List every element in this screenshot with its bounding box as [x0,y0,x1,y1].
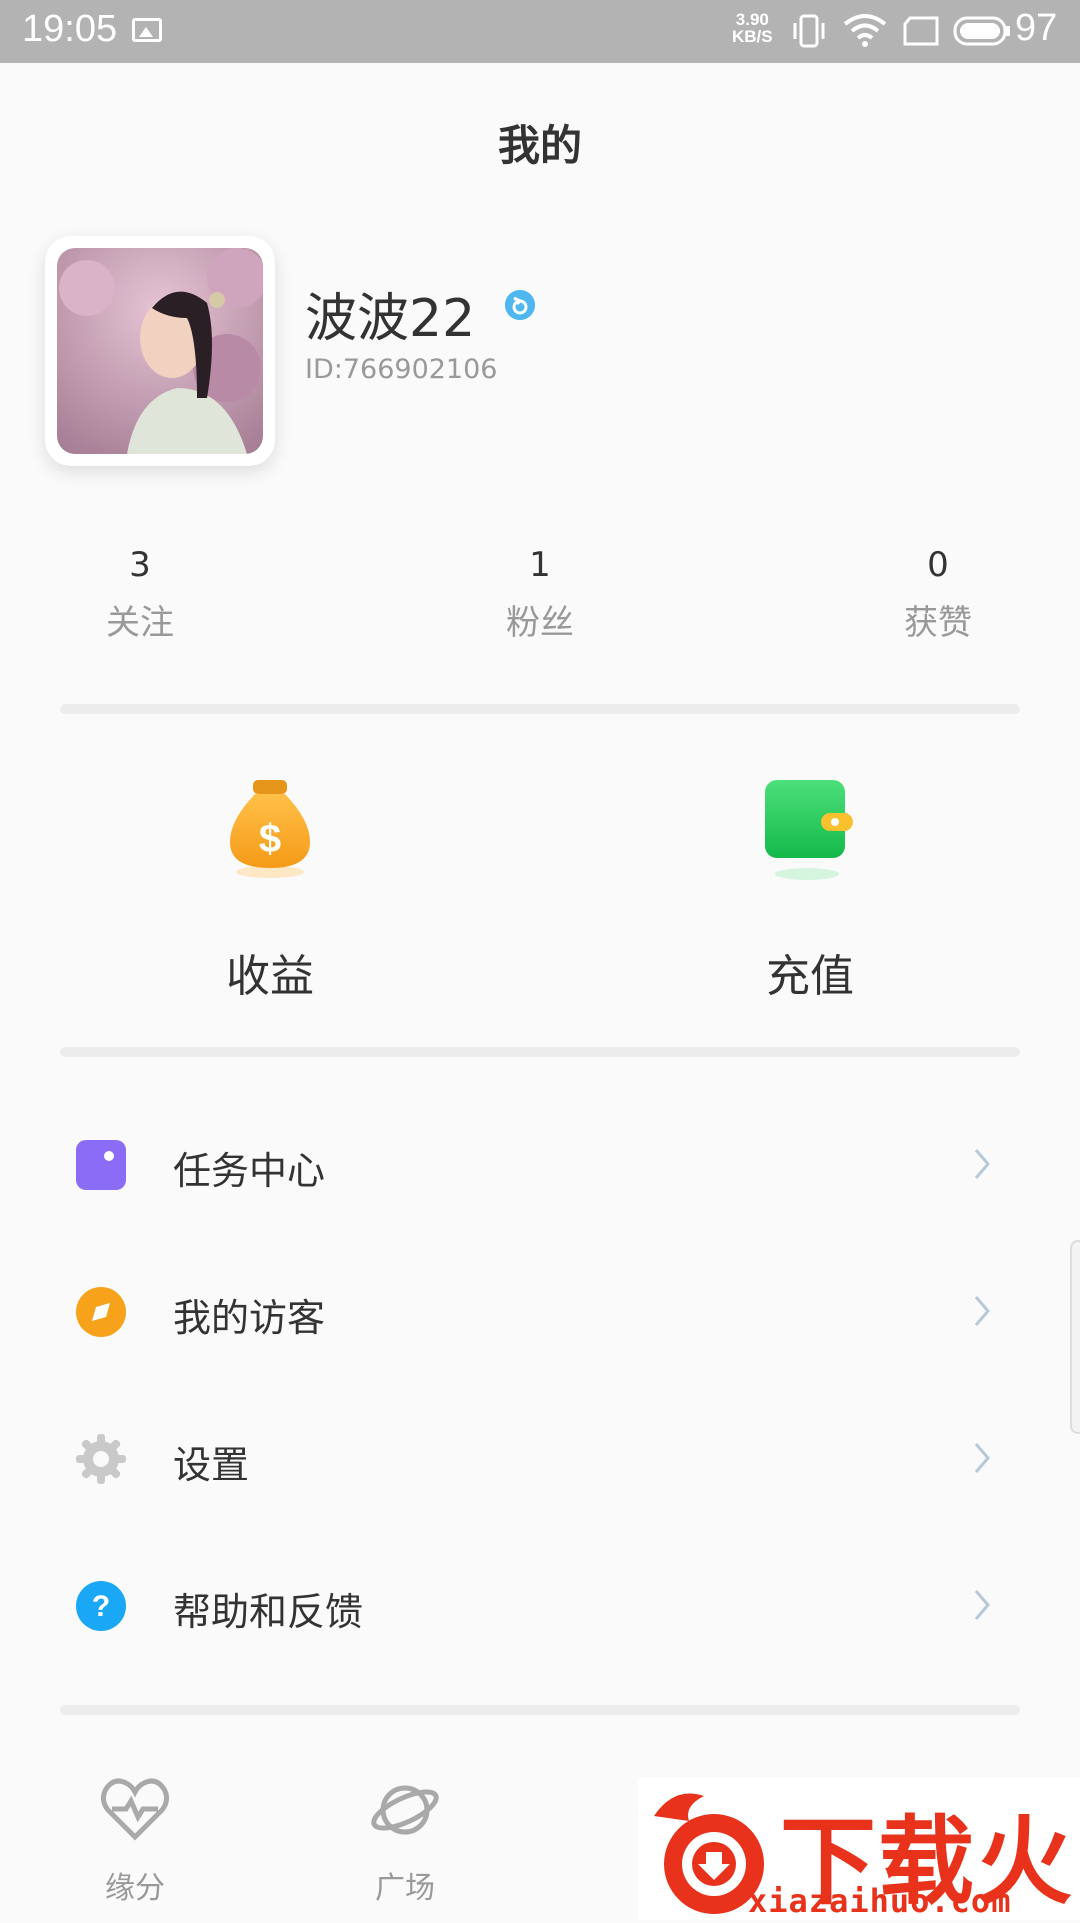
tab-label: 广场 [375,1871,435,1906]
stat-following[interactable]: 3 关注 [40,545,240,644]
status-bar: 19:05 3.90 KB/S 97 [0,0,1080,63]
menu-item-help-feedback[interactable]: ? 帮助和反馈 [0,1531,1080,1677]
task-icon [76,1140,126,1190]
stat-label: 获赞 [904,603,972,643]
earnings-button[interactable]: $ 收益 [130,780,410,1002]
stat-value: 0 [927,545,949,585]
stat-label: 粉丝 [506,603,574,643]
tab-fate[interactable]: 缘分 [55,1775,215,1915]
chevron-right-icon [974,1296,990,1326]
side-scroll-handle[interactable] [1070,1240,1080,1434]
watermark-url: xiazaihuo.com [748,1882,1012,1920]
username: 波波22 [305,289,476,349]
recharge-button[interactable]: 充值 [670,780,950,1002]
user-id: ID:766902106 [305,354,498,385]
money-bag-icon: $ [230,780,310,878]
watermark: 下载火 xiazaihuo.com [638,1778,1080,1920]
heartbeat-icon [100,1778,170,1841]
stat-fans[interactable]: 1 粉丝 [440,545,640,644]
recharge-label: 充值 [766,951,854,1002]
status-time: 19:05 [22,8,118,50]
stat-likes[interactable]: 0 获赞 [838,545,1038,644]
battery-level: 97 [1015,7,1058,49]
svg-text:$: $ [259,817,281,861]
menu-item-label: 设置 [173,1443,250,1487]
gear-icon [76,1434,126,1484]
chevron-right-icon [974,1443,990,1473]
wifi-icon [843,14,887,47]
divider [60,704,1020,714]
verified-icon [505,290,535,320]
chevron-right-icon [974,1590,990,1620]
sim-card-icon [903,16,939,46]
divider [60,1705,1020,1715]
stat-label: 关注 [106,603,174,643]
menu-item-label: 任务中心 [173,1149,326,1193]
image-notification-icon [132,18,162,42]
svg-text:?: ? [92,1590,110,1623]
menu-item-settings[interactable]: 设置 [0,1384,1080,1530]
wallet-icon [765,780,853,880]
battery-icon [953,16,1010,46]
menu-item-task-center[interactable]: 任务中心 [0,1090,1080,1236]
visitor-icon [76,1287,126,1337]
page-title: 我的 [497,121,582,170]
stat-value: 1 [529,545,551,585]
tab-label: 缘分 [105,1871,165,1906]
network-speed-unit: KB/S [732,27,773,46]
vibrate-icon [793,14,825,48]
planet-icon [371,1785,439,1835]
network-speed: 3.90 KB/S [732,11,773,45]
help-icon: ? [76,1581,126,1631]
menu-item-my-visitors[interactable]: 我的访客 [0,1237,1080,1383]
menu-item-label: 帮助和反馈 [173,1590,364,1634]
avatar[interactable] [45,236,275,466]
network-speed-value: 3.90 [735,10,769,29]
chevron-right-icon [974,1149,990,1179]
earnings-label: 收益 [226,951,314,1002]
stat-value: 3 [129,545,151,585]
menu-item-label: 我的访客 [173,1296,326,1340]
tab-square[interactable]: 广场 [325,1775,485,1915]
divider [60,1047,1020,1057]
avatar-image [57,248,263,454]
